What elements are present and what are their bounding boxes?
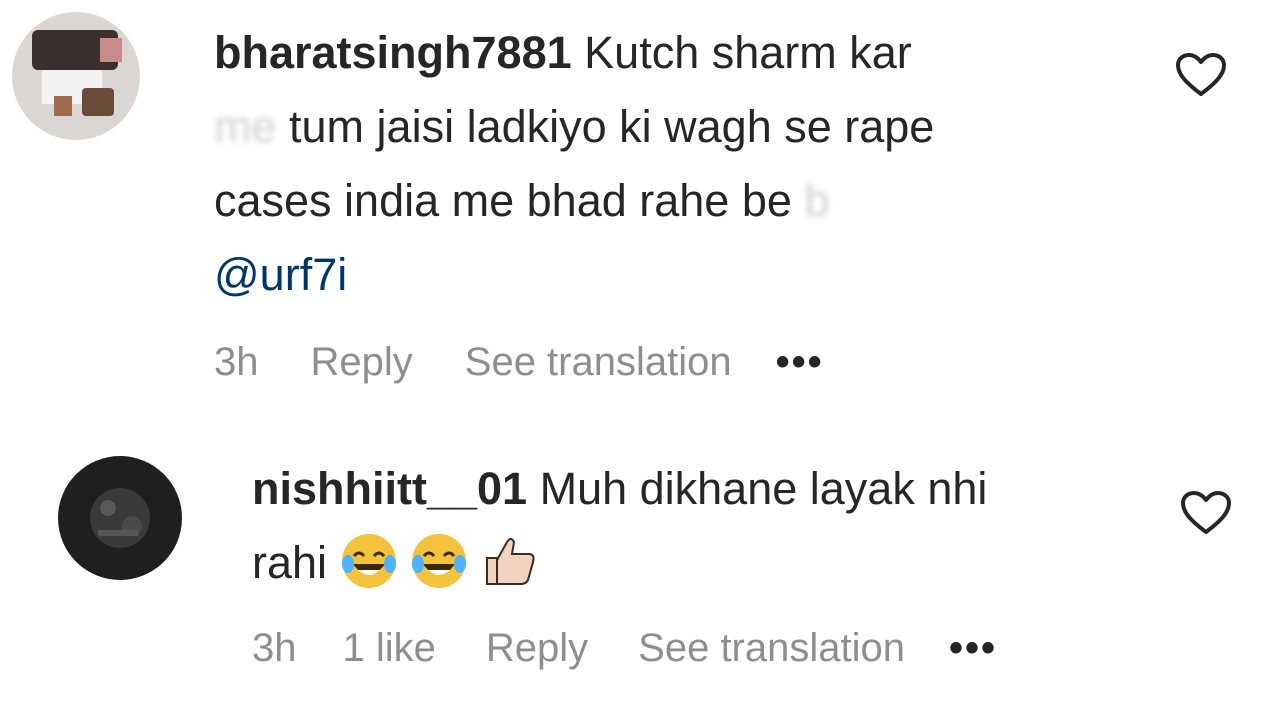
more-options-icon[interactable]: ••• xyxy=(776,340,824,385)
comment-body: rahi xyxy=(252,537,328,588)
like-heart-icon[interactable] xyxy=(1175,52,1227,98)
comment-2: nishhiitt__01 Muh dikhane layak nhi rahi xyxy=(0,440,1280,722)
username[interactable]: bharatsingh7881 xyxy=(214,27,572,78)
avatar[interactable] xyxy=(12,12,140,140)
comment-line: me tum jaisi ladkiyo ki wagh se rape xyxy=(214,90,1114,164)
comment-body: tum jaisi ladkiyo ki wagh se rape xyxy=(289,101,935,152)
reply-button[interactable]: Reply xyxy=(311,340,413,385)
comment-body: Muh dikhane layak nhi xyxy=(539,463,988,514)
avatar[interactable] xyxy=(58,456,182,580)
comment-body: cases india me bhad rahe be xyxy=(214,175,792,226)
hidden-word: me xyxy=(214,101,277,152)
comment-line: nishhiitt__01 Muh dikhane layak nhi xyxy=(252,452,1132,526)
mention-link[interactable]: @urf7i xyxy=(214,249,347,300)
see-translation-button[interactable]: See translation xyxy=(638,626,905,671)
comment-line: cases india me bhad rahe be b xyxy=(214,164,1114,238)
comment-line: rahi xyxy=(252,526,1132,600)
comment-time: 3h xyxy=(214,340,259,384)
username[interactable]: nishhiitt__01 xyxy=(252,463,527,514)
face-with-tears-of-joy-icon xyxy=(412,534,467,588)
thumbs-up-icon xyxy=(485,538,535,585)
reply-button[interactable]: Reply xyxy=(486,626,588,671)
see-translation-button[interactable]: See translation xyxy=(465,340,732,385)
comment-line: @urf7i xyxy=(214,238,1114,312)
comment-line: bharatsingh7881 Kutch sharm kar xyxy=(214,16,1114,90)
face-with-tears-of-joy-icon xyxy=(341,534,396,588)
avatar-image xyxy=(12,12,140,140)
comment-text: nishhiitt__01 Muh dikhane layak nhi rahi xyxy=(252,452,1132,600)
comment-text: bharatsingh7881 Kutch sharm kar me tum j… xyxy=(214,16,1114,312)
like-heart-icon[interactable] xyxy=(1180,490,1232,536)
comment-body: Kutch sharm kar xyxy=(584,27,912,78)
more-options-icon[interactable]: ••• xyxy=(949,626,997,671)
hidden-word: b xyxy=(804,175,830,226)
comment-meta: 3h 1 like Reply See translation ••• xyxy=(252,626,997,671)
avatar-image xyxy=(58,456,182,580)
likes-count-button[interactable]: 1 like xyxy=(343,626,436,671)
comment-time: 3h xyxy=(252,626,297,670)
comment-meta: 3h Reply See translation ••• xyxy=(214,340,824,385)
comment-1: bharatsingh7881 Kutch sharm kar me tum j… xyxy=(0,0,1280,420)
